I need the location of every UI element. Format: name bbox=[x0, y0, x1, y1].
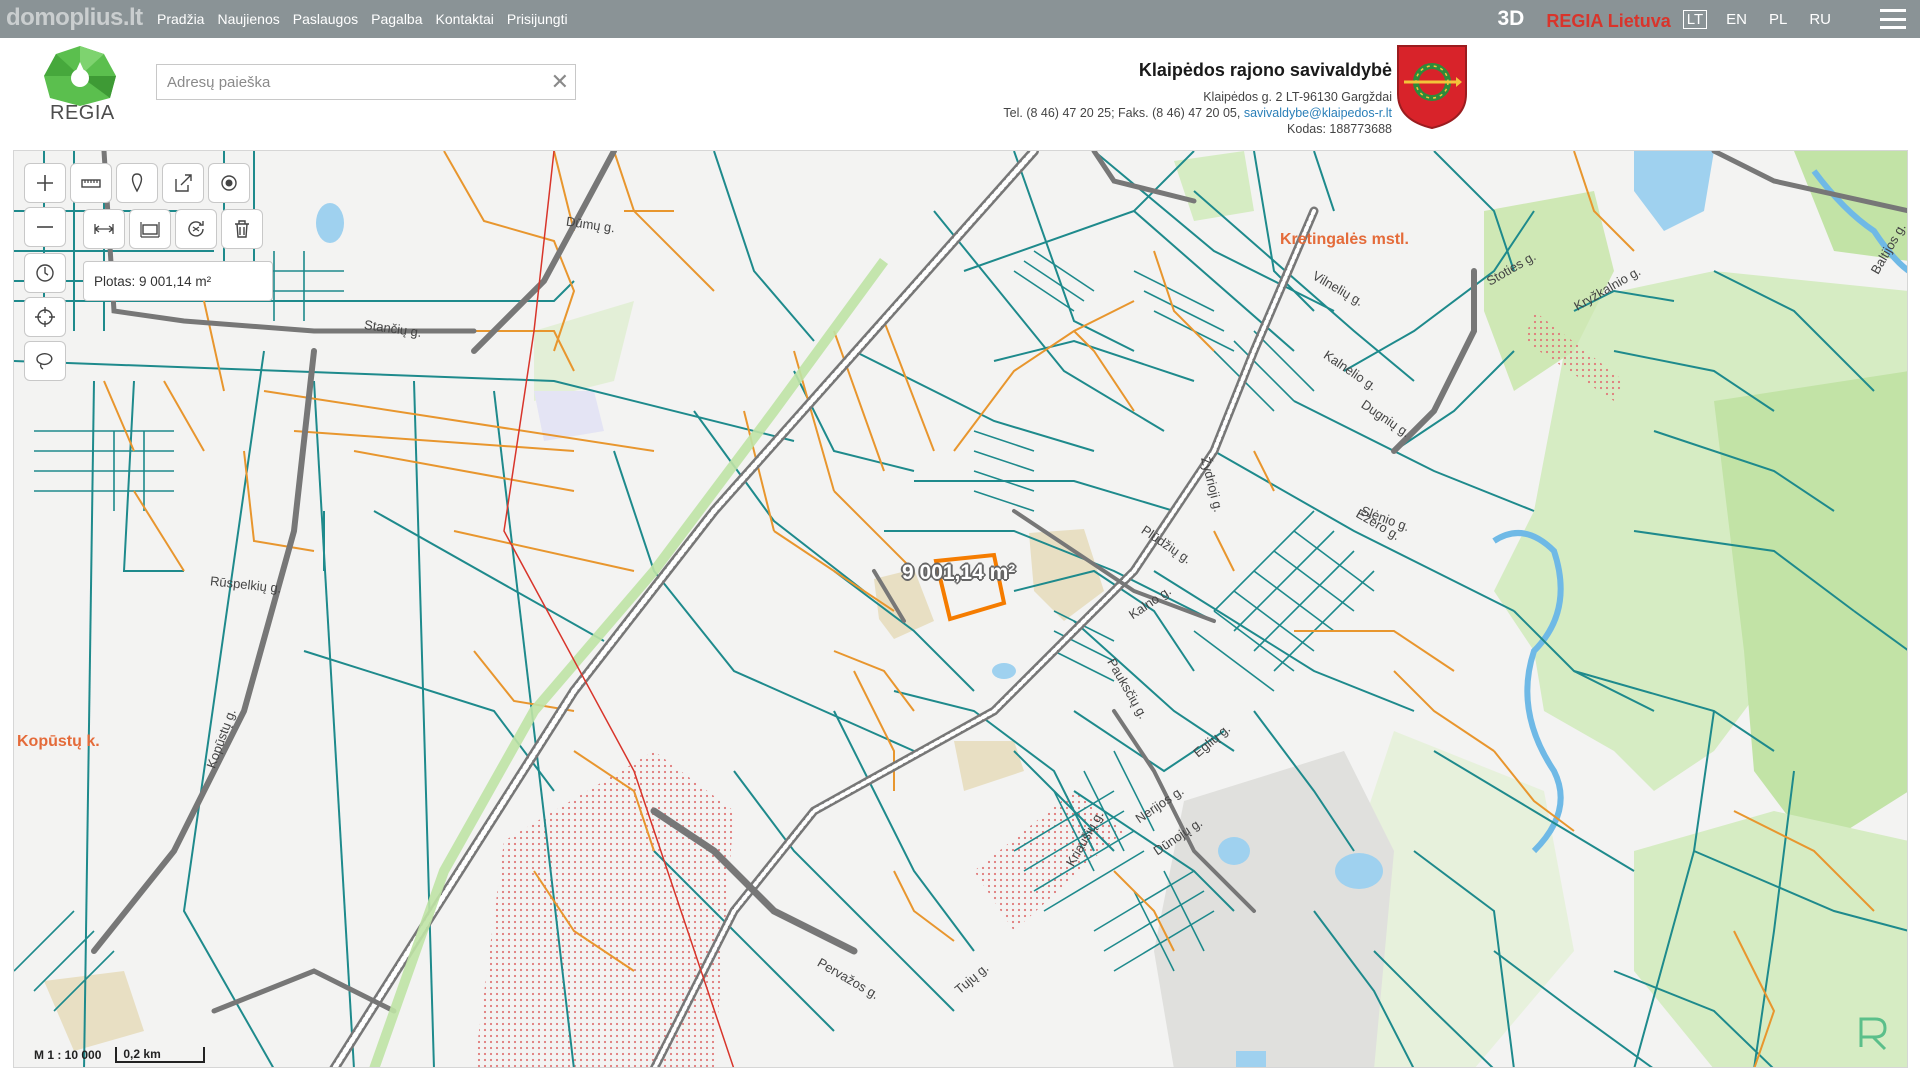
map-scale: M 1 : 10 000 0,2 km bbox=[34, 1047, 206, 1063]
locate-button[interactable] bbox=[208, 163, 250, 203]
municipality-phone: Tel. (8 46) 47 20 25; Faks. (8 46) 47 20… bbox=[1003, 106, 1244, 120]
target-icon bbox=[221, 175, 237, 191]
place-label-kopustu: Kopūstų k. bbox=[17, 733, 100, 750]
right-nav: 3D REGIA Lietuva LT EN PL RU bbox=[1498, 0, 1920, 38]
municipality-email-link[interactable]: savivaldybe@klaipedos-r.lt bbox=[1244, 106, 1392, 120]
lang-en[interactable]: EN bbox=[1723, 10, 1750, 29]
nav-item-paslaugos[interactable]: Paslaugos bbox=[293, 11, 358, 27]
clock-icon bbox=[36, 264, 54, 282]
share-button[interactable] bbox=[162, 163, 204, 203]
crosshair-icon bbox=[35, 307, 55, 327]
measure-line-button[interactable] bbox=[70, 163, 112, 203]
lasso-icon bbox=[36, 353, 53, 370]
regia-corner-logo-icon bbox=[1859, 1017, 1887, 1051]
measure-area-button[interactable] bbox=[129, 209, 171, 249]
municipality-info: Klaipėdos rajono savivaldybė Klaipėdos g… bbox=[1003, 60, 1392, 137]
share-icon bbox=[175, 174, 192, 192]
municipality-name: Klaipėdos rajono savivaldybė bbox=[1138, 60, 1392, 80]
zoom-in-icon bbox=[37, 175, 53, 191]
refresh-button[interactable] bbox=[175, 209, 217, 249]
regia-lietuva-link[interactable]: REGIA Lietuva bbox=[1546, 11, 1670, 32]
nav-item-pagalba[interactable]: Pagalba bbox=[371, 11, 422, 27]
measure-result-panel: Plotas: 9 001,14 m² bbox=[83, 261, 273, 301]
nav-item-pradzia[interactable]: Pradžia bbox=[157, 11, 204, 27]
scale-ratio: M 1 : 10 000 bbox=[34, 1048, 102, 1062]
3d-button[interactable]: 3D bbox=[1498, 7, 1525, 31]
lang-ru[interactable]: RU bbox=[1806, 10, 1834, 29]
municipality-code: Kodas: 188773688 bbox=[1287, 122, 1392, 136]
place-label-kretingale: Kretingalės mstl. bbox=[1280, 231, 1409, 248]
watermark: domoplius.lt bbox=[6, 4, 143, 31]
map-view[interactable]: Plotas: 9 001,14 m² 9 001,14 m² Kretinga… bbox=[13, 150, 1908, 1068]
hamburger-menu-icon[interactable] bbox=[1880, 9, 1906, 29]
address-search: ✕ bbox=[156, 64, 576, 100]
nav-item-prisijungti[interactable]: Prisijungti bbox=[507, 11, 568, 27]
coat-of-arms-icon bbox=[1397, 45, 1467, 130]
clear-search-icon[interactable]: ✕ bbox=[551, 70, 569, 94]
history-button[interactable] bbox=[24, 253, 66, 293]
refresh-icon bbox=[188, 221, 204, 237]
nav-item-naujienos[interactable]: Naujienos bbox=[217, 11, 279, 27]
crosshair-button[interactable] bbox=[24, 297, 66, 337]
ruler-icon bbox=[81, 179, 101, 188]
search-input[interactable] bbox=[157, 65, 537, 99]
zoom-in-button[interactable] bbox=[24, 163, 66, 203]
nav-item-kontaktai[interactable]: Kontaktai bbox=[436, 11, 494, 27]
lasso-button[interactable] bbox=[24, 341, 66, 381]
pin-icon bbox=[131, 173, 143, 193]
header: REGIA ✕ Klaipėdos rajono savivaldybė Kla… bbox=[0, 38, 1920, 150]
measure-distance-button[interactable] bbox=[83, 209, 125, 249]
main-nav: Pradžia Naujienos Paslaugos Pagalba Kont… bbox=[157, 0, 581, 38]
lang-lt[interactable]: LT bbox=[1682, 9, 1708, 29]
trash-icon bbox=[235, 220, 249, 238]
lang-pl[interactable]: PL bbox=[1766, 10, 1790, 29]
municipality-address: Klaipėdos g. 2 LT-96130 Gargždai bbox=[1203, 90, 1392, 104]
zoom-out-button[interactable] bbox=[24, 207, 66, 247]
pin-button[interactable] bbox=[116, 163, 158, 203]
top-navigation-bar: domoplius.lt Pradžia Naujienos Paslaugos… bbox=[0, 0, 1920, 38]
area-icon bbox=[140, 222, 160, 238]
zoom-out-icon bbox=[37, 226, 53, 228]
scale-bar: 0,2 km bbox=[115, 1047, 206, 1063]
logo-text: REGIA bbox=[50, 102, 115, 124]
map-canvas[interactable] bbox=[14, 151, 1908, 1068]
delete-button[interactable] bbox=[221, 209, 263, 249]
distance-icon bbox=[94, 224, 114, 234]
area-label: 9 001,14 m² bbox=[902, 561, 1016, 584]
municipality-contacts: Tel. (8 46) 47 20 25; Faks. (8 46) 47 20… bbox=[1003, 105, 1392, 121]
